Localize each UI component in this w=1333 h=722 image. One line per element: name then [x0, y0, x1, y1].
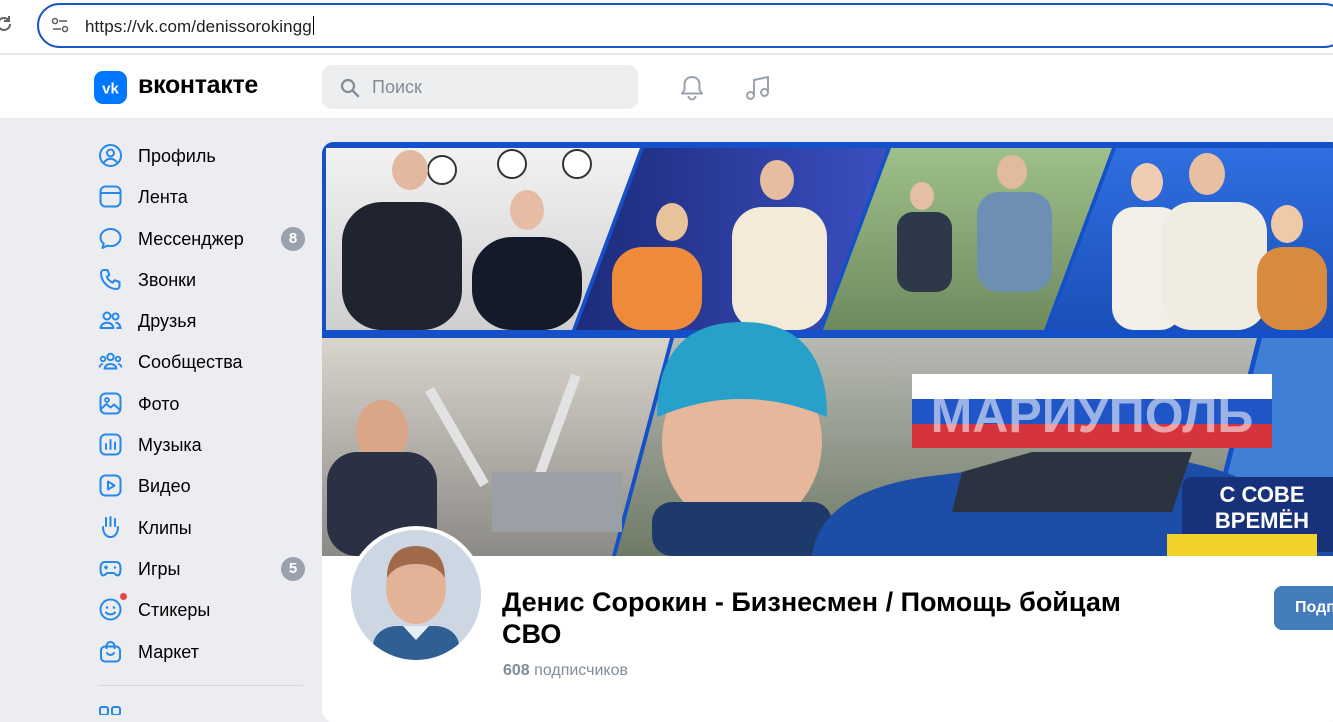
profile-icon	[99, 144, 122, 167]
profile-name: Денис Сорокин - Бизнесмен / Помощь бойца…	[502, 587, 1121, 649]
sidebar-item-clips[interactable]: Клипы	[90, 507, 315, 548]
sidebar-item-video[interactable]: Видео	[90, 465, 315, 506]
profile-avatar[interactable]	[347, 526, 485, 664]
clips-icon	[102, 515, 119, 538]
unread-count-badge: 8	[281, 226, 305, 251]
car-text-line-2: ВРЕМЁН	[1215, 508, 1309, 533]
browser-toolbar: https://vk.com/denissorokingg	[0, 0, 1333, 54]
address-bar[interactable]: https://vk.com/denissorokingg	[37, 3, 1333, 48]
followers-label: подписчиков	[534, 662, 628, 679]
friends-icon	[99, 311, 122, 330]
search-input[interactable]	[372, 65, 622, 109]
sidebar-item-communities[interactable]: Сообщества	[90, 341, 315, 382]
sidebar-item-feed[interactable]: Лента	[90, 176, 315, 217]
stickers-icon	[99, 598, 122, 621]
sidebar-item-label: Сообщества	[138, 352, 243, 373]
phone-icon	[100, 268, 121, 290]
followers-count[interactable]: 608 подписчиков	[503, 662, 628, 680]
sidebar-item-label: Игры	[138, 558, 181, 579]
new-indicator-dot	[119, 592, 128, 602]
search-icon	[340, 78, 360, 98]
sidebar-item-label: Профиль	[138, 146, 216, 166]
sidebar-item-calls[interactable]: Звонки	[90, 259, 315, 300]
sidebar-item-label: Маркет	[138, 641, 199, 662]
url-text[interactable]: https://vk.com/denissorokingg	[85, 16, 314, 37]
sidebar-item-stickers[interactable]: Стикеры	[90, 589, 315, 630]
left-sidebar: Профиль Лента Мессенджер 8 Звонки Друзья…	[90, 135, 315, 715]
sidebar-item-label: Фото	[138, 393, 180, 414]
sidebar-item-market[interactable]: Маркет	[90, 631, 315, 672]
cover-collage: МАРИУПОЛЬ С СОВЕ ВРЕМЁН	[322, 142, 1333, 556]
services-icon[interactable]	[98, 703, 123, 715]
games-count-badge: 5	[281, 556, 305, 581]
sidebar-item-label: Видео	[138, 476, 191, 497]
sign-text: МАРИУПОЛЬ	[931, 387, 1254, 443]
notifications-bell-icon[interactable]	[678, 74, 706, 102]
reload-icon[interactable]	[0, 14, 14, 34]
svg-text:vk: vk	[102, 81, 119, 98]
music-icon	[99, 433, 122, 456]
sidebar-item-messenger[interactable]: Мессенджер 8	[90, 218, 315, 259]
sidebar-item-label: Музыка	[138, 435, 202, 456]
sidebar-divider	[98, 685, 303, 686]
car-text-line-1: С СОВЕ	[1219, 482, 1304, 507]
music-player-icon[interactable]	[743, 73, 773, 103]
sidebar-item-friends[interactable]: Друзья	[90, 300, 315, 341]
video-icon	[99, 474, 122, 497]
sidebar-item-photos[interactable]: Фото	[90, 383, 315, 424]
feed-icon	[99, 185, 122, 208]
site-info-icon[interactable]	[51, 16, 69, 34]
sidebar-item-profile[interactable]: Профиль	[90, 135, 315, 176]
subscribe-button[interactable]: Подписаться	[1274, 586, 1333, 630]
messenger-icon	[99, 227, 122, 249]
vk-header: vk вконтакте	[0, 55, 1333, 119]
vk-logo-text[interactable]: вконтакте	[138, 71, 258, 100]
text-caret	[312, 16, 314, 35]
search-box[interactable]	[322, 65, 638, 109]
sidebar-item-label: Мессенджер	[138, 228, 244, 249]
photo-icon	[99, 392, 122, 415]
cover-image[interactable]: МАРИУПОЛЬ С СОВЕ ВРЕМЁН	[322, 142, 1333, 556]
games-icon	[99, 560, 122, 577]
sidebar-item-label: Стикеры	[138, 600, 211, 621]
sidebar-item-label: Клипы	[138, 517, 192, 538]
communities-icon	[98, 353, 123, 370]
sidebar-item-music[interactable]: Музыка	[90, 424, 315, 465]
market-bag-icon	[100, 640, 121, 663]
sidebar-item-label: Друзья	[138, 311, 197, 332]
vk-logo-icon[interactable]: vk	[94, 71, 127, 104]
sidebar-item-label: Звонки	[138, 269, 197, 290]
profile-card: МАРИУПОЛЬ С СОВЕ ВРЕМЁН Денис Сорокин - …	[322, 142, 1333, 722]
avatar-photo	[351, 530, 481, 660]
sidebar-item-label: Лента	[138, 187, 188, 208]
sidebar-item-games[interactable]: Игры 5	[90, 548, 315, 589]
followers-number: 608	[503, 662, 530, 679]
